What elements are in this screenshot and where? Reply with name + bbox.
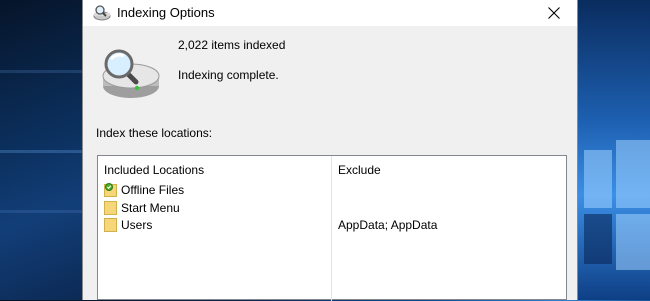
indexing-drive-magnifier-icon [97, 42, 161, 102]
desktop-wallpaper-left [0, 0, 82, 300]
included-locations-header[interactable]: Included Locations [104, 163, 204, 177]
location-name: Users [121, 218, 153, 232]
window-title: Indexing Options [117, 5, 215, 20]
location-row-start-menu[interactable]: Start Menu [104, 200, 564, 217]
indexing-options-icon [92, 4, 112, 22]
folder-icon [104, 201, 118, 215]
items-indexed-count: 2,022 items indexed [178, 38, 286, 52]
locations-list[interactable]: Included Locations Exclude Offline Files… [97, 155, 567, 301]
offline-folder-icon [104, 183, 118, 197]
location-row-users[interactable]: Users AppData; AppData [104, 217, 564, 234]
folder-icon [104, 218, 118, 232]
location-name: Offline Files [121, 183, 185, 197]
index-locations-label: Index these locations: [96, 126, 213, 140]
exclude-header[interactable]: Exclude [338, 163, 381, 177]
indexing-options-window: Indexing Options 2,022 items indexed Ind… [82, 0, 578, 301]
location-row-offline-files[interactable]: Offline Files [104, 182, 564, 199]
title-bar[interactable]: Indexing Options [83, 0, 577, 26]
desktop-wallpaper-right [578, 0, 650, 300]
location-name: Start Menu [121, 201, 180, 215]
indexing-status: Indexing complete. [178, 68, 279, 82]
close-icon [548, 7, 560, 19]
location-exclude: AppData; AppData [338, 218, 438, 232]
close-button[interactable] [531, 0, 577, 26]
